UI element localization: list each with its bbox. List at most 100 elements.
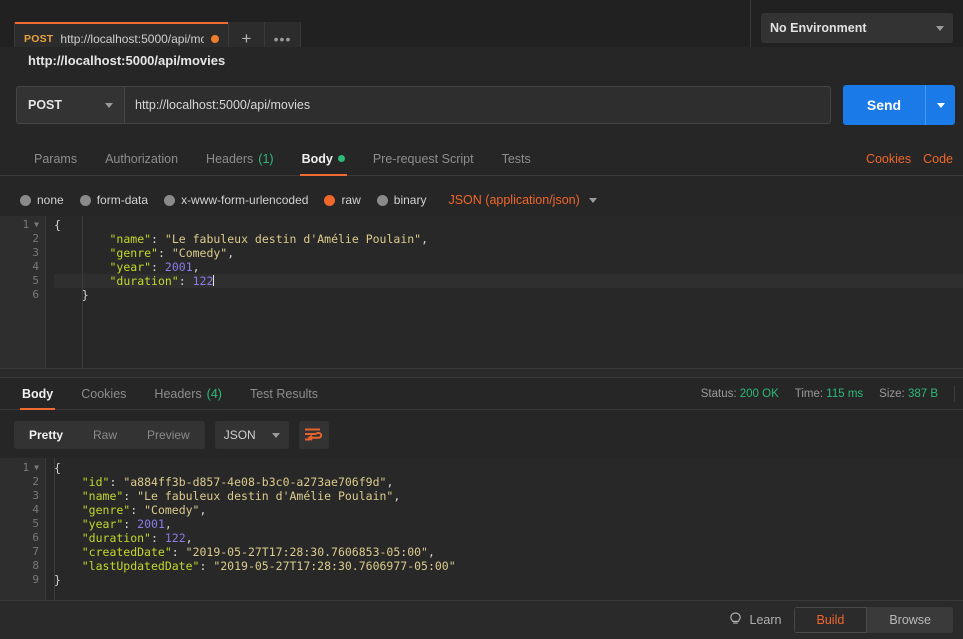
request-body-editor[interactable]: 1 ▼ 2 3 4 5 6 { "name": "Le fabuleux destin d'… xyxy=(0,216,963,368)
code-line: "lastUpdatedDate": "2019-05-27T17:28:30.… xyxy=(81,559,456,573)
tab-label: Params xyxy=(34,151,78,166)
body-type-form-data[interactable]: form-data xyxy=(79,193,149,207)
response-tab-body[interactable]: Body xyxy=(8,378,67,410)
body-type-none[interactable]: none xyxy=(20,193,64,207)
url-input-value: http://localhost:5000/api/movies xyxy=(135,98,311,112)
tab-label: Body xyxy=(301,151,333,166)
radio-icon xyxy=(20,194,31,206)
radio-icon xyxy=(79,194,91,206)
line-number: 3 xyxy=(32,246,39,259)
line-number: 2 xyxy=(32,232,39,245)
body-type-label: form-data xyxy=(96,193,149,207)
mode-build[interactable]: Build xyxy=(793,607,868,633)
line-number: 6 xyxy=(32,288,39,301)
learn-button[interactable]: Learn xyxy=(729,612,782,628)
tab-label: Authorization xyxy=(105,151,179,166)
lightbulb-icon xyxy=(729,612,741,624)
line-number: 1 ▼ xyxy=(22,461,39,474)
size-group: Size: 387 B xyxy=(879,388,938,400)
tab-label: Cookies xyxy=(81,386,127,401)
unsaved-indicator-icon xyxy=(211,34,219,43)
tab-tests[interactable]: Tests xyxy=(488,142,545,176)
code-line: "name": "Le fabuleux destin d'Amélie Pou… xyxy=(109,232,429,246)
code-line: "year": 2001, xyxy=(81,517,172,531)
response-toolbar: Pretty Raw Preview JSON xyxy=(0,412,963,458)
code-line: "name": "Le fabuleux destin d'Amélie Pou… xyxy=(81,489,401,503)
time-label: Time: xyxy=(794,388,824,400)
content-type-selector[interactable]: JSON (application/json) xyxy=(448,193,597,207)
line-number: 7 xyxy=(32,545,39,558)
radio-icon xyxy=(376,194,388,206)
line-number: 3 xyxy=(32,489,39,502)
response-tab-cookies[interactable]: Cookies xyxy=(67,378,140,410)
tab-count: (4) xyxy=(206,386,222,401)
chevron-down-icon xyxy=(936,102,945,108)
word-wrap-button[interactable] xyxy=(298,421,329,449)
status-label: Status: xyxy=(700,388,737,400)
size-value: 387 B xyxy=(907,388,938,400)
line-number: 4 xyxy=(32,503,39,516)
tab-label: Test Results xyxy=(249,386,319,401)
tab-body[interactable]: Body xyxy=(288,142,359,176)
response-view-switcher: Pretty Raw Preview xyxy=(14,421,205,449)
chevron-down-icon xyxy=(271,432,280,438)
response-tab-test-results[interactable]: Test Results xyxy=(236,378,332,410)
content-type-value: JSON (application/json) xyxy=(448,193,580,207)
body-type-label: raw xyxy=(341,193,361,207)
code-line: } xyxy=(54,573,61,587)
status-group: Status: 200 OK xyxy=(701,388,779,400)
method-selector[interactable]: POST xyxy=(16,86,124,124)
method-selector-value: POST xyxy=(28,98,63,112)
line-number: 8 xyxy=(32,559,39,572)
request-tabs-actions: Cookies Code xyxy=(866,142,953,176)
view-preview[interactable]: Preview xyxy=(132,421,205,449)
request-tabs: Params Authorization Headers (1) Body Pr… xyxy=(0,142,963,176)
tab-count: (1) xyxy=(258,151,274,166)
body-type-options: none form-data x-www-form-urlencoded raw… xyxy=(0,184,963,216)
page-title: http://localhost:5000/api/movies xyxy=(28,53,226,68)
tab-label: Headers xyxy=(154,386,202,401)
cookies-link[interactable]: Cookies xyxy=(866,152,911,166)
response-meta: Status: 200 OK Time: 115 ms Size: 387 B xyxy=(701,378,955,410)
tab-label: Pre-request Script xyxy=(372,151,474,166)
size-label: Size: xyxy=(879,388,905,400)
send-group: Send xyxy=(843,85,955,125)
divider xyxy=(954,386,955,402)
code-link[interactable]: Code xyxy=(923,152,953,166)
response-tabs: Body Cookies Headers (4) Test Results St… xyxy=(0,378,963,410)
code-line: "year": 2001, xyxy=(109,260,200,274)
url-bar: POST http://localhost:5000/api/movies Se… xyxy=(0,80,963,130)
line-number: 2 xyxy=(32,475,39,488)
chevron-down-icon xyxy=(936,25,944,31)
body-type-label: x-www-form-urlencoded xyxy=(181,193,309,207)
response-format-selector[interactable]: JSON xyxy=(214,421,289,449)
view-raw[interactable]: Raw xyxy=(78,421,132,449)
send-button[interactable]: Send xyxy=(843,85,925,125)
request-title-bar: http://localhost:5000/api/movies xyxy=(0,47,963,74)
response-body-editor[interactable]: 1 ▼ 2 3 4 5 6 7 8 9 { "id": "a884ff3b-d857-4e08-b… xyxy=(0,458,963,600)
body-type-binary[interactable]: binary xyxy=(376,193,427,207)
tab-params[interactable]: Params xyxy=(20,142,91,176)
body-type-label: binary xyxy=(393,193,427,207)
body-present-icon xyxy=(337,155,345,162)
line-number: 6 xyxy=(32,531,39,544)
line-number: 4 xyxy=(32,260,39,273)
code-line: "genre": "Comedy", xyxy=(81,503,207,517)
request-editor-code[interactable]: { "name": "Le fabuleux destin d'Amélie P… xyxy=(46,216,963,368)
tab-authorization[interactable]: Authorization xyxy=(91,142,192,176)
code-line: { xyxy=(54,218,61,232)
view-pretty[interactable]: Pretty xyxy=(14,421,78,449)
send-options-button[interactable] xyxy=(925,85,955,125)
tab-label: Headers xyxy=(206,151,254,166)
url-input[interactable]: http://localhost:5000/api/movies xyxy=(124,86,831,124)
body-type-urlencoded[interactable]: x-www-form-urlencoded xyxy=(164,193,308,207)
code-line: } xyxy=(81,288,89,302)
pane-splitter[interactable] xyxy=(0,368,963,378)
environment-selector[interactable]: No Environment xyxy=(761,13,953,43)
body-type-raw[interactable]: raw xyxy=(324,193,361,207)
tab-pre-request-script[interactable]: Pre-request Script xyxy=(359,142,488,176)
status-value: 200 OK xyxy=(739,388,779,400)
tab-headers[interactable]: Headers (1) xyxy=(192,142,288,176)
response-tab-headers[interactable]: Headers (4) xyxy=(140,378,236,410)
mode-browse[interactable]: Browse xyxy=(867,607,953,633)
